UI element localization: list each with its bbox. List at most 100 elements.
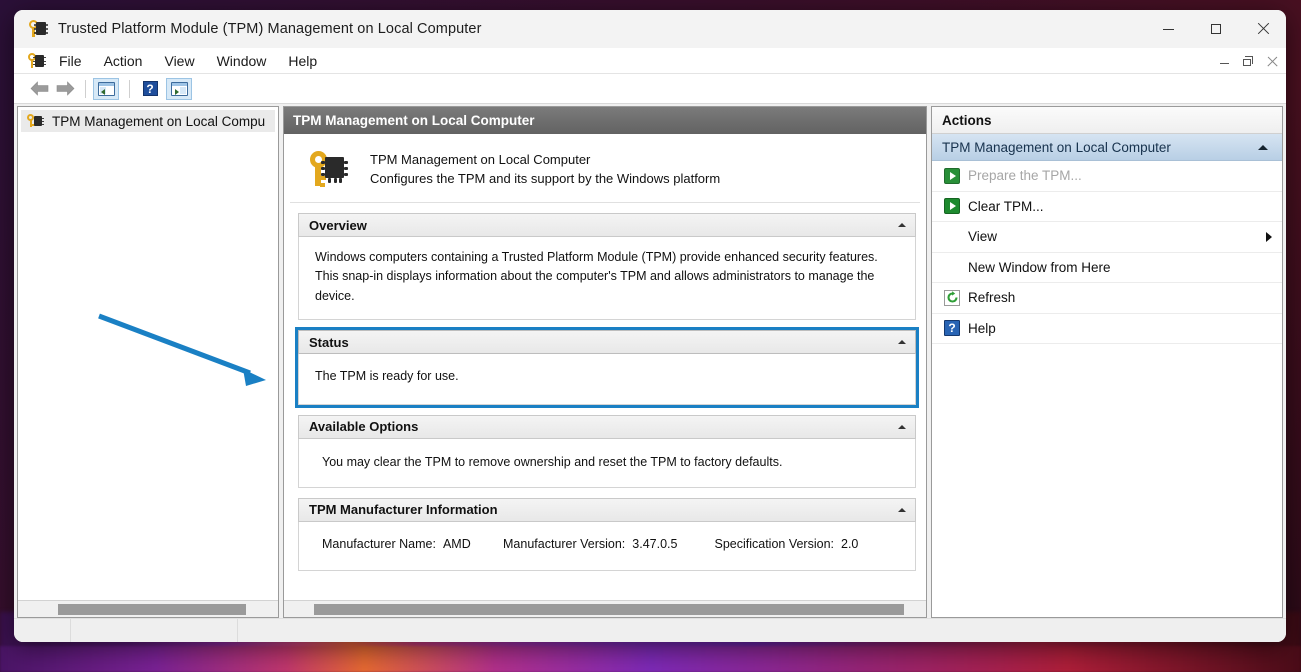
scrollbar-thumb[interactable] bbox=[58, 603, 246, 615]
field-value: 2.0 bbox=[841, 536, 859, 551]
section-title: Overview bbox=[309, 217, 367, 233]
menu-item-action[interactable]: Action bbox=[95, 50, 152, 72]
action-label: New Window from Here bbox=[968, 259, 1111, 275]
result-banner: TPM Management on Local Computer Configu… bbox=[290, 138, 920, 203]
action-item-new-window-from-here[interactable]: New Window from Here bbox=[932, 253, 1282, 283]
tree-item-label: TPM Management on Local Compu bbox=[52, 113, 266, 129]
console-tree-pane: TPM Management on Local Compu bbox=[17, 106, 279, 618]
show-action-pane-icon[interactable] bbox=[166, 77, 192, 100]
tpm-management-window: Trusted Platform Module (TPM) Management… bbox=[14, 10, 1286, 642]
mdi-child-window-controls bbox=[1212, 48, 1284, 74]
green-arrow-icon bbox=[938, 198, 966, 215]
menu-item-window[interactable]: Window bbox=[208, 50, 276, 72]
actions-group-title: TPM Management on Local Computer bbox=[942, 139, 1171, 155]
chevron-up-icon[interactable] bbox=[898, 507, 906, 512]
section-available-options: Available Options You may clear the TPM … bbox=[298, 414, 916, 488]
help-icon: ? bbox=[938, 320, 966, 337]
actions-pane-header: Actions bbox=[932, 107, 1282, 134]
section-manufacturer-header[interactable]: TPM Manufacturer Information bbox=[298, 497, 916, 522]
show-console-tree-icon[interactable] bbox=[93, 77, 119, 100]
window-controls bbox=[1145, 10, 1286, 48]
section-overview-header[interactable]: Overview bbox=[298, 213, 916, 237]
tpm-key-chip-icon-small bbox=[28, 52, 46, 70]
section-title: Status bbox=[309, 334, 349, 350]
close-icon bbox=[1257, 23, 1269, 35]
action-label: Prepare the TPM... bbox=[968, 168, 1082, 184]
field-manufacturer-version: Manufacturer Version: 3.47.0.5 bbox=[503, 535, 714, 554]
result-banner-text: TPM Management on Local Computer Configu… bbox=[370, 150, 720, 189]
result-horizontal-scrollbar[interactable] bbox=[284, 600, 926, 617]
actions-pane: Actions TPM Management on Local Computer… bbox=[931, 106, 1283, 618]
tpm-key-chip-icon bbox=[28, 19, 48, 39]
tree-item-tpm-management[interactable]: TPM Management on Local Compu bbox=[21, 110, 275, 132]
field-manufacturer-name: Manufacturer Name: AMD bbox=[322, 535, 503, 554]
field-label: Manufacturer Name: bbox=[322, 536, 436, 551]
minimize-icon bbox=[1163, 28, 1174, 30]
menu-item-view[interactable]: View bbox=[155, 50, 203, 72]
section-available-options-body: You may clear the TPM to remove ownershi… bbox=[298, 438, 916, 488]
action-pane-glyph bbox=[170, 81, 188, 96]
menu-item-file[interactable]: File bbox=[50, 50, 91, 72]
menu-item-help[interactable]: Help bbox=[279, 50, 326, 72]
action-label: View bbox=[968, 229, 998, 245]
result-banner-title: TPM Management on Local Computer bbox=[370, 151, 591, 167]
green-arrow-glyph bbox=[944, 198, 960, 215]
section-title: TPM Manufacturer Information bbox=[309, 502, 498, 518]
refresh-glyph bbox=[944, 289, 960, 306]
statusbar-segment-1 bbox=[14, 619, 70, 643]
field-value: 3.47.0.5 bbox=[632, 536, 678, 551]
action-item-clear-tpm[interactable]: Clear TPM... bbox=[932, 192, 1282, 222]
section-status: Status The TPM is ready for use. bbox=[295, 327, 919, 408]
actions-group-header[interactable]: TPM Management on Local Computer bbox=[932, 134, 1282, 161]
chevron-up-icon[interactable] bbox=[1258, 144, 1268, 150]
actions-pane-empty-space bbox=[932, 344, 1282, 617]
menubar: File Action View Window Help bbox=[14, 48, 1286, 74]
minimize-icon bbox=[1219, 63, 1229, 64]
mdi-minimize-button[interactable] bbox=[1212, 50, 1236, 72]
mdi-restore-button[interactable] bbox=[1236, 50, 1260, 72]
toolbar-separator bbox=[85, 79, 86, 98]
green-arrow-icon bbox=[938, 167, 966, 184]
field-label: Manufacturer Version: bbox=[503, 536, 626, 551]
action-item-prepare-the-tpm[interactable]: Prepare the TPM... bbox=[932, 161, 1282, 192]
action-item-view[interactable]: View bbox=[932, 222, 1282, 253]
window-close-button[interactable] bbox=[1239, 10, 1286, 48]
submenu-arrow-icon[interactable] bbox=[1266, 231, 1272, 242]
section-status-header[interactable]: Status bbox=[298, 330, 916, 355]
action-item-refresh[interactable]: Refresh bbox=[932, 283, 1282, 314]
toolbar: ? bbox=[14, 74, 1286, 104]
mdi-close-button[interactable] bbox=[1260, 50, 1284, 72]
field-label: Specification Version: bbox=[714, 536, 834, 551]
scrollbar-thumb[interactable] bbox=[314, 603, 904, 615]
close-icon bbox=[1267, 56, 1278, 67]
back-arrow-icon[interactable] bbox=[26, 78, 52, 100]
desktop-wallpaper-streak-inner bbox=[0, 646, 1301, 672]
tpm-key-chip-icon-tree bbox=[27, 113, 45, 129]
section-overview-body: Windows computers containing a Trusted P… bbox=[298, 237, 916, 321]
console-tree: TPM Management on Local Compu bbox=[18, 107, 278, 600]
tree-horizontal-scrollbar[interactable] bbox=[18, 600, 278, 617]
action-item-help[interactable]: ? Help bbox=[932, 314, 1282, 344]
field-specification-version: Specification Version: 2.0 bbox=[714, 535, 905, 554]
section-available-options-header[interactable]: Available Options bbox=[298, 414, 916, 439]
section-overview: Overview Windows computers containing a … bbox=[298, 213, 916, 321]
statusbar-segment-2 bbox=[70, 618, 237, 642]
section-status-body: The TPM is ready for use. bbox=[298, 354, 916, 405]
section-tpm-manufacturer-information: TPM Manufacturer Information Manufacture… bbox=[298, 497, 916, 572]
window-minimize-button[interactable] bbox=[1145, 10, 1192, 48]
toolbar-separator-2 bbox=[129, 79, 130, 98]
tpm-key-chip-icon-large bbox=[308, 149, 348, 189]
window-titlebar[interactable]: Trusted Platform Module (TPM) Management… bbox=[14, 10, 1286, 48]
help-glyph: ? bbox=[142, 81, 158, 96]
forward-arrow-icon[interactable] bbox=[52, 78, 78, 100]
action-label: Refresh bbox=[968, 290, 1016, 306]
window-maximize-button[interactable] bbox=[1192, 10, 1239, 48]
chevron-up-icon[interactable] bbox=[898, 424, 906, 429]
green-arrow-glyph bbox=[944, 167, 960, 184]
statusbar-segment-3 bbox=[237, 618, 1286, 642]
restore-icon bbox=[1242, 55, 1254, 67]
chevron-up-icon[interactable] bbox=[898, 223, 906, 227]
window-title: Trusted Platform Module (TPM) Management… bbox=[58, 21, 482, 37]
chevron-up-icon[interactable] bbox=[898, 340, 906, 345]
help-icon[interactable]: ? bbox=[137, 78, 163, 100]
